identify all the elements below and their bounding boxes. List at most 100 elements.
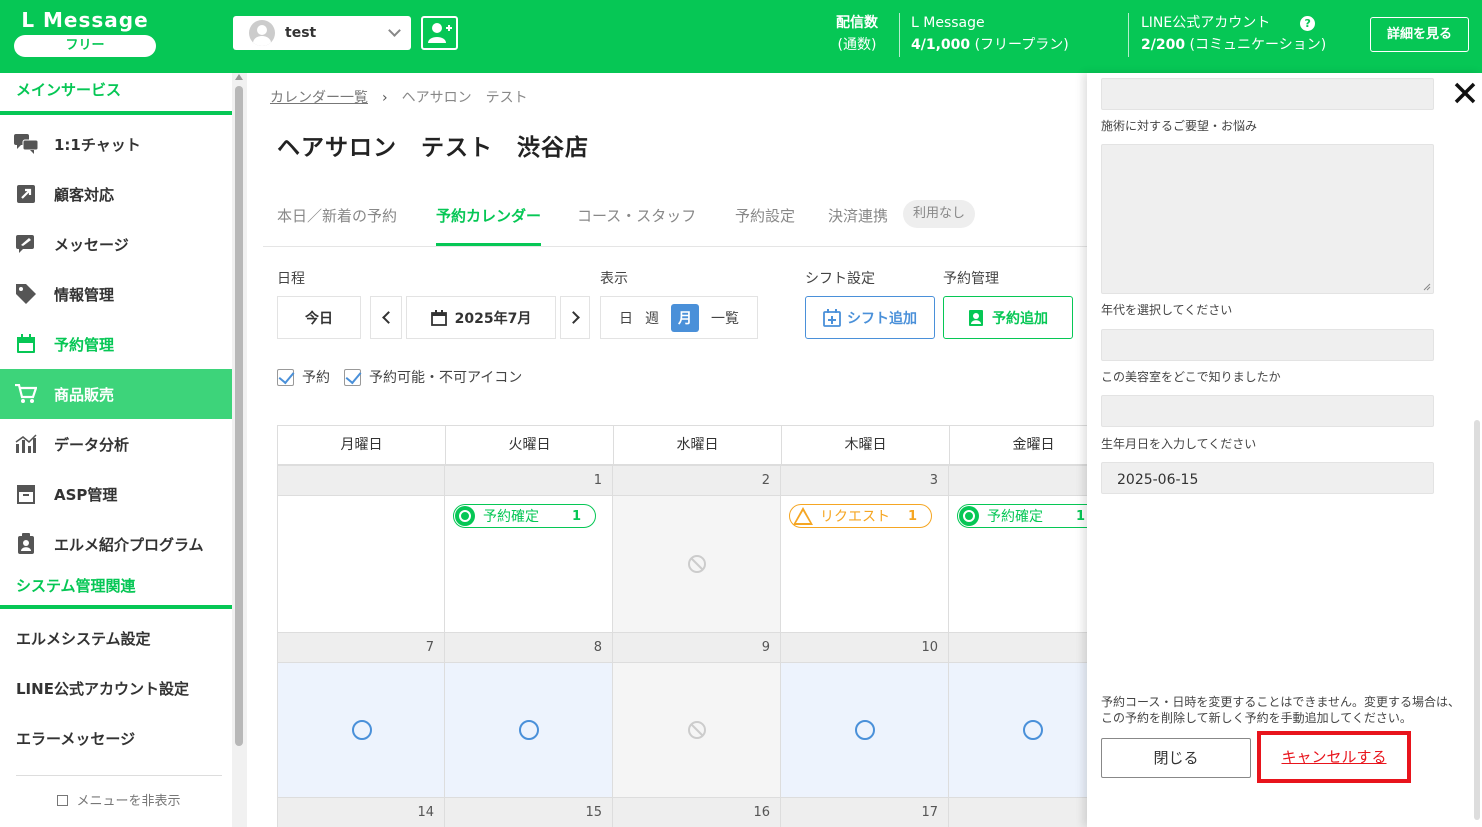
account-name: test	[285, 25, 317, 41]
day-cell[interactable]	[613, 662, 781, 797]
prev-month-button[interactable]	[370, 296, 402, 339]
reserve-checkbox-label: 予約	[302, 370, 330, 386]
day-cell[interactable]: 予約確定 1	[445, 495, 613, 632]
line-note: (コミュニケーション)	[1189, 37, 1327, 53]
warning-icon	[793, 507, 813, 525]
sidebar-item-info[interactable]: 情報管理	[0, 269, 232, 319]
logo[interactable]: L Message フリー	[14, 8, 156, 57]
sidebar-item-system-settings[interactable]: エルメシステム設定	[0, 613, 232, 663]
source-label: この美容室をどこで知りましたか	[1101, 370, 1281, 384]
line-label: LINE公式アカウント	[1141, 15, 1271, 31]
add-account-button[interactable]	[421, 16, 458, 50]
date-cell	[949, 797, 1087, 827]
reserve-add-button[interactable]: 予約追加	[943, 296, 1073, 339]
breadcrumb-current: ヘアサロン テスト	[401, 90, 528, 106]
view-month[interactable]: 月	[671, 303, 699, 332]
header-divider	[1128, 13, 1129, 57]
next-month-button[interactable]	[560, 296, 590, 339]
resize-grip-icon[interactable]	[1423, 283, 1431, 291]
day-cell[interactable]	[949, 662, 1087, 797]
cancel-reservation-button[interactable]: キャンセルする	[1265, 738, 1403, 776]
date-cell: 8	[445, 632, 613, 662]
cart-icon	[14, 383, 38, 405]
confirmed-pill[interactable]: 予約確定 1	[957, 504, 1087, 528]
source-field[interactable]	[1101, 395, 1434, 427]
shift-add-button[interactable]: シフト追加	[805, 296, 935, 339]
calendar-icon	[430, 309, 447, 326]
date-cell	[277, 465, 445, 495]
confirmed-icon	[455, 506, 475, 526]
line-stat: LINE公式アカウント? 2/200 (コミュニケーション)	[1141, 12, 1326, 56]
day-cell[interactable]: 予約確定 1	[949, 495, 1087, 632]
sidebar-item-reservation[interactable]: 予約管理	[0, 319, 232, 369]
panel-scrollbar[interactable]	[1474, 420, 1480, 820]
pill-label: リクエスト	[820, 509, 890, 525]
icons-checkbox[interactable]	[344, 368, 361, 386]
sidebar-item-asp[interactable]: ASP管理	[0, 469, 232, 519]
hide-menu-button[interactable]: メニューを非表示	[16, 775, 222, 809]
calendar-icon	[14, 333, 38, 355]
view-switcher: 日 週 月 一覧	[600, 296, 758, 339]
weekday-header: 金曜日	[950, 426, 1087, 464]
sidebar-item-chat[interactable]: 1:1チャット	[0, 119, 232, 169]
day-cell[interactable]	[277, 662, 445, 797]
tag-icon	[14, 283, 38, 305]
plan-note: (フリープラン)	[974, 37, 1069, 53]
today-button[interactable]: 今日	[277, 296, 361, 339]
sidebar-item-label: ASP管理	[54, 485, 118, 504]
close-button[interactable]: 閉じる	[1101, 738, 1251, 778]
plan-badge: フリー	[14, 35, 156, 57]
tab-payment[interactable]: 決済連携	[828, 205, 888, 243]
sidebar-item-message[interactable]: メッセージ	[0, 219, 232, 269]
tab-today[interactable]: 本日／新着の予約	[277, 205, 397, 243]
breadcrumb-link-calendars[interactable]: カレンダー一覧	[270, 90, 368, 106]
confirmed-icon	[959, 506, 979, 526]
tab-calendar[interactable]: 予約カレンダー	[436, 205, 542, 246]
month-picker[interactable]: 2025年7月	[406, 296, 556, 339]
sidebar-item-customer[interactable]: 顧客対応	[0, 169, 232, 219]
breadcrumb: カレンダー一覧 › ヘアサロン テスト	[270, 87, 528, 107]
tab-bar: 本日／新着の予約 予約カレンダー コース・スタッフ 予約設定 決済連携 利用なし	[263, 189, 1087, 247]
sidebar-item-label: 1:1チャット	[54, 135, 141, 154]
tab-settings[interactable]: 予約設定	[735, 205, 795, 243]
weekday-header: 月曜日	[278, 426, 446, 464]
sidebar-item-analytics[interactable]: データ分析	[0, 419, 232, 469]
help-icon[interactable]: ?	[1300, 15, 1316, 31]
pill-count: 1	[907, 508, 917, 524]
birthday-value: 2025-06-15	[1117, 472, 1199, 488]
sidebar-item-error-messages[interactable]: エラーメッセージ	[0, 713, 232, 763]
request-pill[interactable]: リクエスト 1	[789, 504, 932, 528]
view-day[interactable]: 日	[619, 308, 633, 328]
add-reservation-icon	[969, 309, 983, 326]
day-cell[interactable]	[445, 662, 613, 797]
view-week[interactable]: 週	[645, 308, 659, 328]
sidebar-item-line-settings[interactable]: LINE公式アカウント設定	[0, 663, 232, 713]
logo-title: L Message	[21, 8, 149, 32]
chevron-left-icon	[381, 311, 395, 324]
request-textarea[interactable]	[1101, 144, 1434, 294]
confirmed-pill[interactable]: 予約確定 1	[453, 504, 596, 528]
calendar-header: 月曜日 火曜日 水曜日 木曜日 金曜日	[277, 425, 1087, 465]
reserve-checkbox[interactable]	[277, 368, 294, 386]
view-list[interactable]: 一覧	[711, 308, 739, 328]
plan-name: L Message	[911, 15, 985, 31]
account-select[interactable]: test	[233, 16, 411, 50]
day-cell[interactable]	[613, 495, 781, 632]
scroll-up-icon[interactable]	[235, 74, 243, 80]
day-cell[interactable]	[277, 495, 445, 632]
close-icon[interactable]	[1453, 81, 1477, 105]
age-select[interactable]	[1101, 329, 1434, 361]
sends-label-title: 配信数	[836, 15, 878, 31]
day-cell[interactable]: リクエスト 1	[781, 495, 949, 632]
text-field[interactable]	[1101, 78, 1434, 110]
sidebar-item-referral[interactable]: エルメ紹介プログラム	[0, 519, 232, 569]
sidebar-item-sales[interactable]: 商品販売	[0, 369, 232, 419]
tab-course-staff[interactable]: コース・スタッフ	[577, 205, 696, 243]
date-cell: 1	[445, 465, 613, 495]
sidebar-item-label: 顧客対応	[54, 185, 115, 204]
detail-button[interactable]: 詳細を見る	[1370, 17, 1469, 52]
day-cell[interactable]	[781, 662, 949, 797]
chevron-right-icon: ›	[382, 90, 388, 106]
weekday-header: 水曜日	[614, 426, 782, 464]
sidebar-scroll-thumb[interactable]	[235, 86, 243, 746]
